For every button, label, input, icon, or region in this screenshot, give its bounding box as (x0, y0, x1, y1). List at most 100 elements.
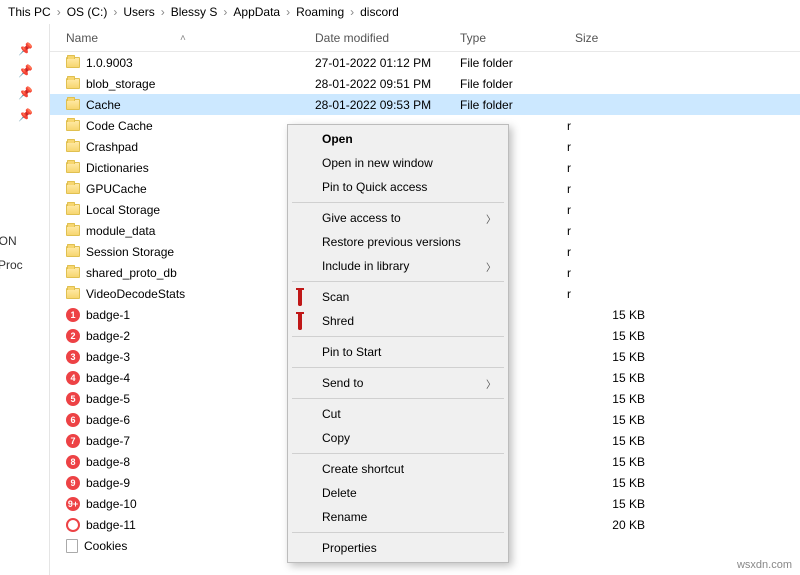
badge-icon: 6 (66, 413, 80, 427)
file-name: VideoDecodeStats (86, 287, 185, 301)
breadcrumb-item[interactable]: Roaming (296, 5, 344, 19)
file-type: File folder (460, 77, 575, 91)
breadcrumb-item[interactable]: This PC (8, 5, 51, 19)
file-date: 28-01-2022 09:53 PM (315, 98, 460, 112)
folder-icon (66, 267, 80, 278)
menu-send-to[interactable]: Send to〉 (290, 371, 506, 395)
file-name: Crashpad (86, 140, 138, 154)
menu-separator (292, 202, 504, 203)
menu-properties[interactable]: Properties (290, 536, 506, 560)
folder-icon (66, 120, 80, 131)
menu-pin-quick-access[interactable]: Pin to Quick access (290, 175, 506, 199)
col-name-header[interactable]: Name˄ (50, 31, 315, 45)
pin-icon[interactable]: 📌 (18, 64, 49, 78)
badge-icon: 1 (66, 308, 80, 322)
chevron-right-icon: › (113, 5, 117, 19)
badge-icon: 4 (66, 371, 80, 385)
folder-icon (66, 99, 80, 110)
chevron-right-icon: › (350, 5, 354, 19)
menu-open-new-window[interactable]: Open in new window (290, 151, 506, 175)
file-name: Session Storage (86, 245, 174, 259)
file-name: badge-2 (86, 329, 130, 343)
menu-rename[interactable]: Rename (290, 505, 506, 529)
badge-icon: 9+ (66, 497, 80, 511)
chevron-right-icon: › (286, 5, 290, 19)
sidebar-cut-text: TIONe Procal (0, 234, 48, 306)
pin-icon[interactable]: 📌 (18, 86, 49, 100)
breadcrumb-item[interactable]: AppData (233, 5, 280, 19)
chevron-right-icon: › (161, 5, 165, 19)
badge-icon: 9 (66, 476, 80, 490)
chevron-right-icon: 〉 (486, 376, 496, 391)
badge-icon: 7 (66, 434, 80, 448)
file-name: badge-11 (86, 518, 136, 532)
file-name: shared_proto_db (86, 266, 177, 280)
file-size: 15 KB (575, 392, 675, 406)
file-size: 15 KB (575, 413, 675, 427)
file-row[interactable]: blob_storage28-01-2022 09:51 PMFile fold… (50, 73, 800, 94)
menu-create-shortcut[interactable]: Create shortcut (290, 457, 506, 481)
file-size: 15 KB (575, 371, 675, 385)
badge-icon: 3 (66, 350, 80, 364)
file-row[interactable]: 1.0.9003 27-01-2022 01:12 PMFile folder (50, 52, 800, 73)
menu-restore-versions[interactable]: Restore previous versions (290, 230, 506, 254)
file-date: 27-01-2022 01:12 PM (315, 56, 460, 70)
menu-give-access[interactable]: Give access to〉 (290, 206, 506, 230)
file-name: badge-8 (86, 455, 130, 469)
folder-icon (66, 288, 80, 299)
menu-scan[interactable]: Scan (290, 285, 506, 309)
file-size: 15 KB (575, 350, 675, 364)
quick-access-sidebar: 📌 📌 📌 📌 TIONe Procal (0, 24, 50, 575)
pin-icon[interactable]: 📌 (18, 42, 49, 56)
file-size: 15 KB (575, 455, 675, 469)
file-name: badge-5 (86, 392, 130, 406)
badge-icon (66, 518, 80, 532)
menu-shred[interactable]: Shred (290, 309, 506, 333)
menu-copy[interactable]: Copy (290, 426, 506, 450)
breadcrumb-item[interactable]: Users (123, 5, 154, 19)
col-date-header[interactable]: Date modified (315, 31, 460, 45)
menu-pin-start[interactable]: Pin to Start (290, 340, 506, 364)
file-row[interactable]: Cache28-01-2022 09:53 PMFile folder (50, 94, 800, 115)
menu-include-library[interactable]: Include in library〉 (290, 254, 506, 278)
file-name: badge-10 (86, 497, 137, 511)
file-size: 15 KB (575, 497, 675, 511)
file-name: badge-3 (86, 350, 130, 364)
file-name: 1.0.9003 (86, 56, 133, 70)
file-name: Cookies (84, 539, 127, 553)
breadcrumb[interactable]: This PC › OS (C:) › Users › Blessy S › AppData › R… (0, 0, 800, 24)
chevron-right-icon: › (223, 5, 227, 19)
menu-cut[interactable]: Cut (290, 402, 506, 426)
chevron-right-icon: › (57, 5, 61, 19)
menu-separator (292, 532, 504, 533)
mcafee-icon (298, 290, 312, 304)
folder-icon (66, 162, 80, 173)
col-size-header[interactable]: Size (575, 31, 675, 45)
column-headers[interactable]: Name˄ Date modified Type Size (50, 24, 800, 52)
file-icon (66, 539, 78, 553)
file-date: 28-01-2022 09:51 PM (315, 77, 460, 91)
file-size: 15 KB (575, 434, 675, 448)
folder-icon (66, 141, 80, 152)
file-name: Code Cache (86, 119, 153, 133)
menu-separator (292, 336, 504, 337)
breadcrumb-item[interactable]: discord (360, 5, 399, 19)
menu-separator (292, 398, 504, 399)
file-name: Dictionaries (86, 161, 149, 175)
badge-icon: 5 (66, 392, 80, 406)
breadcrumb-item[interactable]: Blessy S (171, 5, 218, 19)
chevron-right-icon: 〉 (486, 259, 496, 274)
menu-separator (292, 281, 504, 282)
pin-icon[interactable]: 📌 (18, 108, 49, 122)
file-type: File folder (460, 56, 575, 70)
menu-separator (292, 453, 504, 454)
folder-icon (66, 78, 80, 89)
watermark: wsxdn.com (737, 559, 792, 571)
col-type-header[interactable]: Type (460, 31, 575, 45)
menu-open[interactable]: Open (290, 127, 506, 151)
folder-icon (66, 57, 80, 68)
menu-delete[interactable]: Delete (290, 481, 506, 505)
menu-separator (292, 367, 504, 368)
badge-icon: 8 (66, 455, 80, 469)
breadcrumb-item[interactable]: OS (C:) (67, 5, 108, 19)
